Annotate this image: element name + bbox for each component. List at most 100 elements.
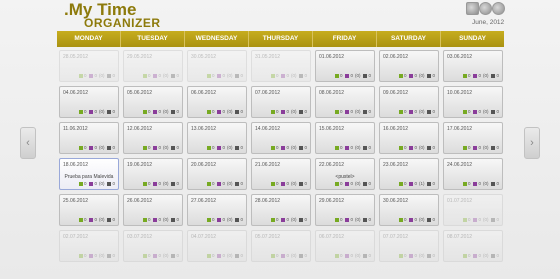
- stat-green: 0: [339, 217, 343, 222]
- stat-gray: 0: [496, 145, 499, 150]
- day-cell[interactable]: 08.06.2012 0 0 (0) 0: [315, 86, 375, 118]
- day-cell[interactable]: 14.06.2012 0 0 (0) 0: [251, 122, 311, 154]
- day-cell[interactable]: 04.06.2012 0 0 (0) 0: [59, 86, 119, 118]
- day-stats: 0 0 (0) 0: [269, 181, 307, 186]
- day-cell[interactable]: 31.05.2012 0 0 (0) 0: [251, 50, 311, 82]
- day-cell[interactable]: 28.05.2012 0 0 (0) 0: [59, 50, 119, 82]
- day-date: 03.07.2012: [127, 234, 153, 240]
- stat-count: (0): [162, 181, 169, 186]
- stat-gray: 0: [112, 109, 115, 114]
- day-cell[interactable]: 16.06.2012 0 0 (0) 0: [379, 122, 439, 154]
- day-stats: 0 0 (1) 0: [397, 181, 435, 186]
- tools-icon[interactable]: [466, 2, 479, 15]
- green-marker-icon: [78, 253, 83, 258]
- day-cell[interactable]: 04.07.2012 0 0 (0) 0: [187, 230, 247, 262]
- day-cell[interactable]: 02.07.2012 0 0 (0) 0: [59, 230, 119, 262]
- stat-count: (0): [226, 73, 233, 78]
- gear-icon[interactable]: [479, 2, 492, 15]
- stat-green: 0: [211, 73, 215, 78]
- stat-purple: 0: [286, 73, 289, 78]
- day-date: 15.06.2012: [319, 126, 345, 132]
- day-date: 28.06.2012: [255, 198, 281, 204]
- stat-green: 0: [339, 109, 343, 114]
- stat-purple: 0: [414, 73, 417, 78]
- day-cell[interactable]: 19.06.2012 0 0 (0) 0: [123, 158, 183, 190]
- day-cell[interactable]: 03.07.2012 0 0 (0) 0: [123, 230, 183, 262]
- day-date: 16.06.2012: [383, 126, 409, 132]
- help-icon[interactable]: [492, 2, 505, 15]
- weekday-friday: FRIDAY: [313, 31, 377, 47]
- day-cell[interactable]: 29.06.2012 0 0 (0) 0: [315, 194, 375, 226]
- stat-green: 0: [275, 145, 279, 150]
- previous-month-button[interactable]: ‹: [20, 127, 36, 159]
- day-cell[interactable]: 17.06.2012 0 0 (0) 0: [443, 122, 503, 154]
- day-cell[interactable]: 27.06.2012 0 0 (0) 0: [187, 194, 247, 226]
- green-marker-icon: [334, 253, 339, 258]
- day-cell[interactable]: 21.06.2012 0 0 (0) 0: [251, 158, 311, 190]
- event-label[interactable]: <pustel>: [316, 174, 374, 180]
- day-cell[interactable]: 09.06.2012 0 0 (0) 0: [379, 86, 439, 118]
- green-marker-icon: [78, 181, 83, 186]
- logo-text-bottom: ORGANIZER: [84, 16, 161, 30]
- day-cell[interactable]: 11.06.2012 0 0 (0) 0: [59, 122, 119, 154]
- stat-gray: 0: [432, 181, 435, 186]
- day-cell[interactable]: 06.07.2012 0 0 (0) 0: [315, 230, 375, 262]
- day-cell[interactable]: 22.06.2012 <pustel> 0 0 (0) 0: [315, 158, 375, 190]
- day-cell[interactable]: 20.06.2012 0 0 (0) 0: [187, 158, 247, 190]
- day-cell[interactable]: 30.06.2012 0 0 (0) 0: [379, 194, 439, 226]
- stat-gray: 0: [304, 253, 307, 258]
- weekday-sunday: SUNDAY: [459, 35, 486, 42]
- purple-marker-icon: [153, 181, 158, 186]
- stat-count: (0): [162, 109, 169, 114]
- day-cell[interactable]: 07.06.2012 0 0 (0) 0: [251, 86, 311, 118]
- stat-gray: 0: [432, 145, 435, 150]
- green-marker-icon: [334, 73, 339, 78]
- stat-gray: 0: [176, 145, 179, 150]
- stat-count: (0): [290, 181, 297, 186]
- day-cell[interactable]: 02.06.2012 0 0 (0) 0: [379, 50, 439, 82]
- day-cell[interactable]: 18.06.2012 Prueba para Malevida 0 0 (0) 0: [59, 158, 119, 190]
- day-stats: 0 0 (0) 0: [77, 217, 115, 222]
- day-cell[interactable]: 12.06.2012 0 0 (0) 0: [123, 122, 183, 154]
- green-marker-icon: [398, 109, 403, 114]
- day-cell[interactable]: 10.06.2012 0 0 (0) 0: [443, 86, 503, 118]
- stat-count: (0): [162, 73, 169, 78]
- day-cell[interactable]: 13.06.2012 0 0 (0) 0: [187, 122, 247, 154]
- day-date: 19.06.2012: [127, 162, 153, 168]
- stat-gray: 0: [304, 181, 307, 186]
- event-label[interactable]: Prueba para Malevida: [60, 174, 118, 180]
- stat-purple: 0: [222, 73, 225, 78]
- stat-purple: 0: [158, 73, 161, 78]
- stat-count: (0): [354, 217, 361, 222]
- day-cell[interactable]: 07.07.2012 0 0 (0) 0: [379, 230, 439, 262]
- day-cell[interactable]: 05.06.2012 0 0 (0) 0: [123, 86, 183, 118]
- purple-marker-icon: [281, 253, 286, 258]
- day-cell[interactable]: 30.05.2012 0 0 (0) 0: [187, 50, 247, 82]
- day-cell[interactable]: 24.06.2012 0 0 (0) 0: [443, 158, 503, 190]
- day-cell[interactable]: 28.06.2012 0 0 (0) 0: [251, 194, 311, 226]
- day-date: 27.06.2012: [191, 198, 217, 204]
- day-cell[interactable]: 15.06.2012 0 0 (0) 0: [315, 122, 375, 154]
- day-cell[interactable]: 29.05.2012 0 0 (0) 0: [123, 50, 183, 82]
- stat-count: (0): [98, 253, 105, 258]
- day-cell[interactable]: 23.06.2012 0 0 (1) 0: [379, 158, 439, 190]
- day-cell[interactable]: 26.06.2012 0 0 (0) 0: [123, 194, 183, 226]
- next-month-button[interactable]: ›: [524, 127, 540, 159]
- day-cell[interactable]: 01.07.2012 0 0 (0) 0: [443, 194, 503, 226]
- day-date: 05.06.2012: [127, 90, 153, 96]
- gray-marker-icon: [491, 109, 496, 114]
- green-marker-icon: [78, 109, 83, 114]
- day-cell[interactable]: 25.06.2012 0 0 (0) 0: [59, 194, 119, 226]
- day-cell[interactable]: 06.06.2012 0 0 (0) 0: [187, 86, 247, 118]
- stat-gray: 0: [496, 73, 499, 78]
- day-cell[interactable]: 05.07.2012 0 0 (0) 0: [251, 230, 311, 262]
- day-cell[interactable]: 01.06.2012 0 0 (0) 0: [315, 50, 375, 82]
- day-date: 11.06.2012: [63, 126, 88, 132]
- day-stats: 0 0 (0) 0: [141, 217, 179, 222]
- stat-green: 0: [467, 253, 471, 258]
- day-cell[interactable]: 08.07.2012 0 0 (0) 0: [443, 230, 503, 262]
- day-cell[interactable]: 03.06.2012 0 0 (0) 0: [443, 50, 503, 82]
- purple-marker-icon: [89, 181, 94, 186]
- stat-green: 0: [83, 181, 87, 186]
- day-date: 04.07.2012: [191, 234, 217, 240]
